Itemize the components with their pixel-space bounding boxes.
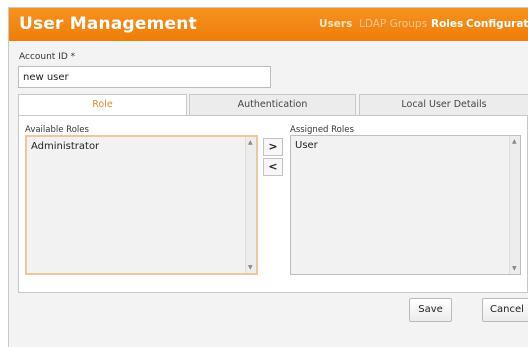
scroll-up-icon[interactable]: ▲ (248, 139, 253, 146)
assigned-roles-scrollbar[interactable]: ▲ ▼ (509, 136, 520, 274)
list-item-administrator[interactable]: Administrator (31, 141, 99, 152)
page-title: User Management (19, 14, 197, 34)
user-management-window: User Management Users LDAP Groups Roles … (8, 7, 528, 347)
list-item-user[interactable]: User (295, 140, 318, 151)
add-role-button[interactable]: > (263, 138, 283, 156)
available-roles-list[interactable]: Administrator ▲ ▼ (25, 135, 258, 275)
nav-roles[interactable]: Roles (431, 18, 463, 30)
nav-ldap-groups[interactable]: LDAP Groups (359, 18, 427, 30)
tab-role[interactable]: Role (18, 94, 187, 116)
nav-configuration[interactable]: Configuration (466, 18, 528, 30)
cancel-button[interactable]: Cancel (482, 298, 528, 322)
available-roles-label: Available Roles (25, 125, 89, 135)
available-roles-scrollbar[interactable]: ▲ ▼ (245, 137, 256, 273)
header-bar: User Management Users LDAP Groups Roles … (9, 8, 528, 41)
scroll-down-icon[interactable]: ▼ (248, 264, 253, 271)
save-button[interactable]: Save (409, 298, 452, 322)
assigned-roles-list[interactable]: User ▲ ▼ (290, 135, 521, 275)
remove-role-button[interactable]: < (263, 158, 283, 176)
scroll-up-icon[interactable]: ▲ (512, 138, 517, 145)
tab-bar: Role Authentication Local User Details (18, 94, 528, 116)
account-id-label: Account ID * (19, 52, 76, 62)
role-panel: Available Roles Assigned Roles Administr… (18, 115, 528, 293)
assigned-roles-label: Assigned Roles (290, 125, 354, 135)
tab-authentication[interactable]: Authentication (189, 94, 356, 116)
account-id-input[interactable] (18, 66, 271, 88)
scroll-down-icon[interactable]: ▼ (512, 265, 517, 272)
nav-users[interactable]: Users (319, 18, 352, 30)
tab-local-user-details[interactable]: Local User Details (359, 94, 528, 116)
